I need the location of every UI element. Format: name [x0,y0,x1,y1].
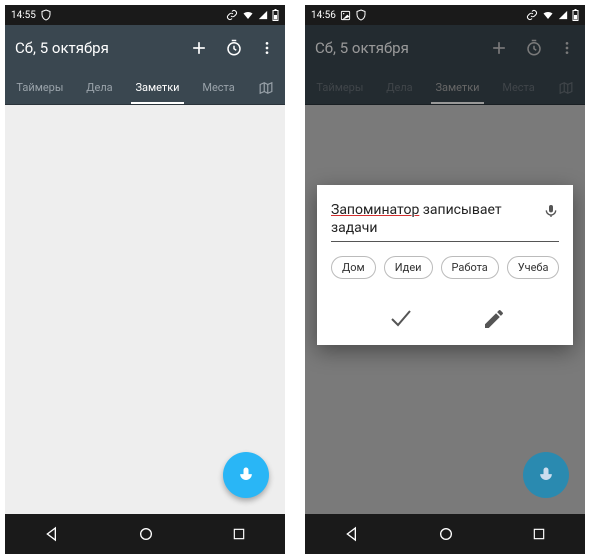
status-bar: 14:55 [5,5,285,25]
content-area-dimmed[interactable]: Запоминатор записывает задачи Дом Идеи Р… [305,105,585,514]
voice-fab[interactable] [523,452,569,498]
link-icon [226,9,238,21]
chip-work[interactable]: Работа [441,256,499,279]
microphone-icon [536,465,556,485]
status-time: 14:56 [311,10,336,21]
shield-icon [40,9,52,21]
tab-todos[interactable]: Дела [382,71,416,104]
tab-notes[interactable]: Заметки [131,71,183,104]
app-bar: Сб, 5 октября [305,25,585,71]
signal-icon [558,10,568,20]
nav-home-button[interactable] [138,526,154,542]
chip-home[interactable]: Дом [331,256,376,279]
tab-todos[interactable]: Дела [82,71,116,104]
tab-timers[interactable]: Таймеры [12,71,67,104]
chip-ideas[interactable]: Идеи [384,256,433,279]
tab-places[interactable]: Места [198,71,238,104]
nav-home-button[interactable] [438,526,454,542]
tab-bar: Таймеры Дела Заметки Места [305,71,585,105]
content-area [5,105,285,514]
timer-action-button[interactable] [225,39,243,57]
wifi-icon [242,9,254,21]
app-bar-title: Сб, 5 октября [315,39,409,57]
shield-icon [355,9,367,21]
tab-map-icon[interactable] [254,71,278,104]
tab-bar: Таймеры Дела Заметки Места [5,71,285,105]
voice-fab[interactable] [223,452,269,498]
nav-recents-button[interactable] [532,527,546,541]
tab-map-icon[interactable] [554,71,578,104]
edit-button[interactable] [482,307,506,331]
add-button[interactable] [489,38,509,58]
add-button[interactable] [189,38,209,58]
microphone-icon [236,465,256,485]
phone-screen-right: 14:56 Сб, 5 октября Таймеры Дела Заметки… [305,5,585,554]
image-icon [340,10,351,21]
overflow-menu-button[interactable] [559,39,575,57]
nav-back-button[interactable] [44,526,60,542]
nav-bar [305,514,585,554]
battery-icon [272,9,279,21]
status-time: 14:55 [11,10,36,21]
microphone-icon[interactable] [543,203,559,219]
app-bar-title: Сб, 5 октября [15,39,109,57]
tab-timers[interactable]: Таймеры [312,71,367,104]
battery-icon [572,9,579,21]
wifi-icon [542,9,554,21]
nav-back-button[interactable] [344,526,360,542]
note-text-input[interactable]: Запоминатор записывает задачи [331,201,535,237]
link-icon [526,9,538,21]
phone-screen-left: 14:55 Сб, 5 октября Таймеры Дела Заметки… [5,5,285,554]
tab-places[interactable]: Места [498,71,538,104]
chip-study[interactable]: Учеба [507,256,560,279]
timer-action-button[interactable] [525,39,543,57]
app-bar: Сб, 5 октября [5,25,285,71]
new-note-modal: Запоминатор записывает задачи Дом Идеи Р… [317,185,573,345]
signal-icon [258,10,268,20]
overflow-menu-button[interactable] [259,39,275,57]
confirm-button[interactable] [385,307,415,331]
note-word-misspelled: Запоминатор [331,202,419,218]
nav-recents-button[interactable] [232,527,246,541]
tab-notes[interactable]: Заметки [431,71,483,104]
nav-bar [5,514,285,554]
category-chips: Дом Идеи Работа Учеба [331,256,559,279]
status-bar: 14:56 [305,5,585,25]
